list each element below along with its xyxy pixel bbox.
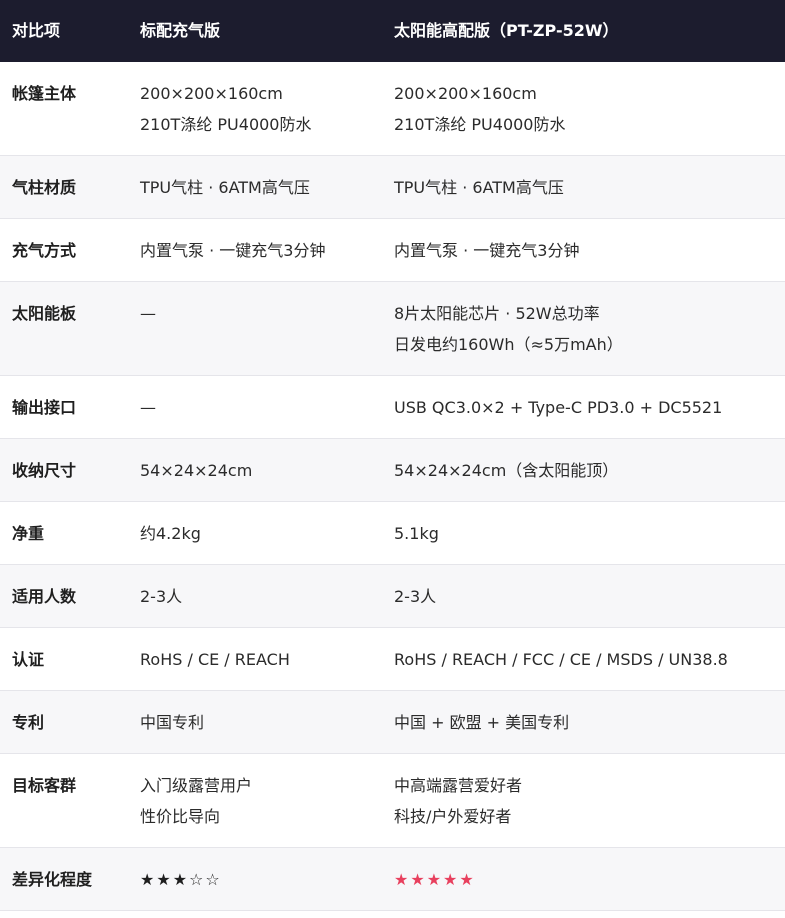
cell-line: 内置气泵 · 一键充气3分钟 [394, 241, 580, 260]
standard-cell: 约4.2kg [128, 502, 382, 564]
solar-cell: USB QC3.0×2 + Type-C PD3.0 + DC5521 [382, 376, 785, 438]
cell-line: 2-3人 [394, 587, 437, 606]
standard-cell: — [128, 376, 382, 438]
standard-cell: 内置气泵 · 一键充气3分钟 [128, 219, 382, 281]
cell-line: 210T涤纶 PU4000防水 [140, 115, 312, 134]
cell-line: — [140, 304, 156, 323]
table-row: 认证 RoHS / CE / REACH RoHS / REACH / FCC … [0, 628, 785, 691]
cell-line: 54×24×24cm（含太阳能顶） [394, 461, 619, 480]
table-row: 气柱材质 TPU气柱 · 6ATM高气压 TPU气柱 · 6ATM高气压 [0, 156, 785, 219]
standard-cell: — [128, 282, 382, 375]
cell-line: 5.1kg [394, 524, 439, 543]
header-standard: 标配充气版 [140, 21, 221, 40]
row-label: 适用人数 [12, 587, 77, 606]
table-row: 适用人数 2-3人 2-3人 [0, 565, 785, 628]
row-label: 收纳尺寸 [12, 461, 77, 480]
table-row: 收纳尺寸 54×24×24cm 54×24×24cm（含太阳能顶） [0, 439, 785, 502]
cell-line: 54×24×24cm [140, 461, 253, 480]
row-label: 气柱材质 [12, 178, 77, 197]
solar-cell: ★★★★★ [382, 848, 785, 910]
cell-line: 内置气泵 · 一键充气3分钟 [140, 241, 326, 260]
cell-line: 8片太阳能芯片 · 52W总功率 [394, 304, 600, 323]
solar-cell: 中高端露营爱好者 科技/户外爱好者 [382, 754, 785, 847]
header-item: 对比项 [12, 21, 61, 40]
table-row: 帐篷主体 200×200×160cm 210T涤纶 PU4000防水 200×2… [0, 62, 785, 156]
solar-cell: 5.1kg [382, 502, 785, 564]
cell-line: — [140, 398, 156, 417]
cell-line: 科技/户外爱好者 [394, 807, 512, 826]
row-label: 帐篷主体 [12, 84, 77, 103]
cell-line: 中国 + 欧盟 + 美国专利 [394, 713, 570, 732]
cell-line: 性价比导向 [140, 807, 221, 826]
solar-star-rating: ★★★★★ [394, 870, 476, 889]
row-label: 太阳能板 [12, 304, 77, 323]
cell-line: 2-3人 [140, 587, 183, 606]
cell-line: RoHS / REACH / FCC / CE / MSDS / UN38.8 [394, 650, 728, 669]
standard-cell: TPU气柱 · 6ATM高气压 [128, 156, 382, 218]
table-row: 净重 约4.2kg 5.1kg [0, 502, 785, 565]
row-label: 净重 [12, 524, 45, 543]
standard-cell: 2-3人 [128, 565, 382, 627]
cell-line: 中国专利 [140, 713, 205, 732]
table-row: 太阳能板 — 8片太阳能芯片 · 52W总功率 日发电约160Wh（≈5万mAh… [0, 282, 785, 376]
table-row: 目标客群 入门级露营用户 性价比导向 中高端露营爱好者 科技/户外爱好者 [0, 754, 785, 848]
cell-line: USB QC3.0×2 + Type-C PD3.0 + DC5521 [394, 398, 723, 417]
solar-cell: 200×200×160cm 210T涤纶 PU4000防水 [382, 62, 785, 155]
cell-line: TPU气柱 · 6ATM高气压 [394, 178, 564, 197]
row-label: 输出接口 [12, 398, 77, 417]
comparison-table: 对比项 标配充气版 太阳能高配版（PT-ZP-52W） 帐篷主体 200×200… [0, 0, 785, 911]
cell-line: 中高端露营爱好者 [394, 776, 523, 795]
standard-cell: 中国专利 [128, 691, 382, 753]
cell-line: 入门级露营用户 [140, 776, 253, 795]
table-row: 专利 中国专利 中国 + 欧盟 + 美国专利 [0, 691, 785, 754]
standard-cell: ★★★☆☆ [128, 848, 382, 910]
solar-cell: 中国 + 欧盟 + 美国专利 [382, 691, 785, 753]
header-solar: 太阳能高配版（PT-ZP-52W） [394, 21, 619, 40]
table-row: 充气方式 内置气泵 · 一键充气3分钟 内置气泵 · 一键充气3分钟 [0, 219, 785, 282]
cell-line: 200×200×160cm [140, 84, 283, 103]
solar-cell: TPU气柱 · 6ATM高气压 [382, 156, 785, 218]
solar-cell: 2-3人 [382, 565, 785, 627]
cell-line: RoHS / CE / REACH [140, 650, 290, 669]
standard-star-rating: ★★★☆☆ [140, 870, 222, 889]
cell-line: 约4.2kg [140, 524, 201, 543]
cell-line: 210T涤纶 PU4000防水 [394, 115, 566, 134]
table-row: 输出接口 — USB QC3.0×2 + Type-C PD3.0 + DC55… [0, 376, 785, 439]
row-label: 目标客群 [12, 776, 77, 795]
row-label: 差异化程度 [12, 870, 93, 889]
table-header: 对比项 标配充气版 太阳能高配版（PT-ZP-52W） [0, 0, 785, 62]
solar-cell: 54×24×24cm（含太阳能顶） [382, 439, 785, 501]
row-label: 专利 [12, 713, 45, 732]
standard-cell: 200×200×160cm 210T涤纶 PU4000防水 [128, 62, 382, 155]
standard-cell: 54×24×24cm [128, 439, 382, 501]
cell-line: 日发电约160Wh（≈5万mAh） [394, 335, 623, 354]
standard-cell: 入门级露营用户 性价比导向 [128, 754, 382, 847]
solar-cell: 8片太阳能芯片 · 52W总功率 日发电约160Wh（≈5万mAh） [382, 282, 785, 375]
row-label: 认证 [12, 650, 45, 669]
cell-line: 200×200×160cm [394, 84, 537, 103]
row-label: 充气方式 [12, 241, 77, 260]
table-row: 差异化程度 ★★★☆☆ ★★★★★ [0, 848, 785, 911]
cell-line: TPU气柱 · 6ATM高气压 [140, 178, 310, 197]
solar-cell: 内置气泵 · 一键充气3分钟 [382, 219, 785, 281]
standard-cell: RoHS / CE / REACH [128, 628, 382, 690]
solar-cell: RoHS / REACH / FCC / CE / MSDS / UN38.8 [382, 628, 785, 690]
